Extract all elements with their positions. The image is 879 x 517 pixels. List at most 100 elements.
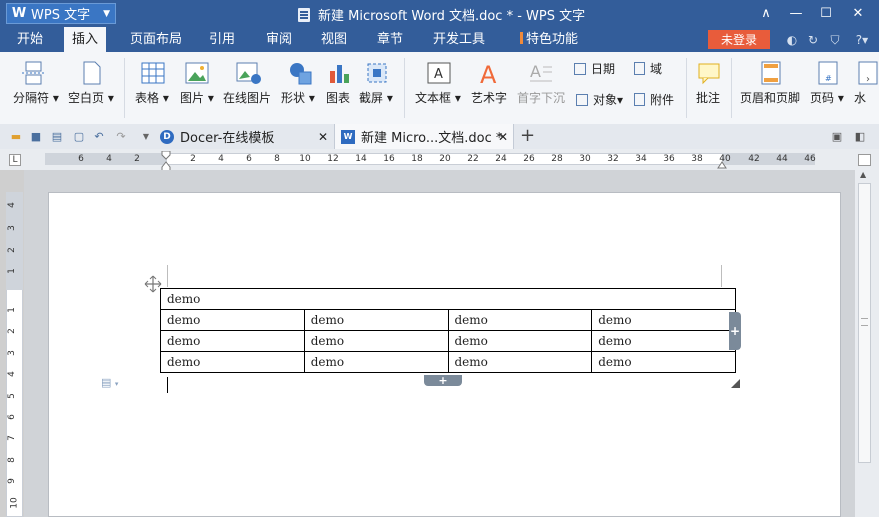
tab-page-layout[interactable]: 页面布局: [122, 27, 190, 52]
login-button[interactable]: 未登录: [708, 30, 770, 49]
table-cell[interactable]: demo: [591, 351, 736, 373]
save-icon[interactable]: ■: [29, 129, 43, 143]
table-cell[interactable]: demo: [591, 309, 736, 331]
tab-home[interactable]: 开始: [9, 27, 51, 52]
tab-stop-selector[interactable]: L: [9, 154, 21, 166]
undo-icon[interactable]: ↶: [92, 129, 106, 143]
online-picture-label: 在线图片: [223, 91, 272, 105]
table-cell[interactable]: demo: [591, 330, 736, 352]
open-folder-icon[interactable]: ▬: [9, 129, 23, 143]
header-footer-button[interactable]: 页眉和页脚: [738, 52, 804, 124]
customize-toolbar-icon[interactable]: ▼: [139, 129, 153, 143]
ribbon-scroll-right-icon[interactable]: ›: [866, 74, 870, 85]
drop-cap-button[interactable]: A 首字下沉: [515, 52, 569, 124]
skin-icon[interactable]: ◐: [785, 33, 799, 47]
vertical-ruler-tick-label: 2: [6, 328, 17, 334]
shirt-icon[interactable]: ⛉: [828, 33, 842, 47]
table-row: demo demo demo demo: [160, 351, 736, 373]
table-cell[interactable]: demo: [303, 309, 449, 331]
new-tab-button[interactable]: +: [520, 125, 535, 147]
margin-guide: [721, 265, 722, 287]
table-cell[interactable]: demo: [160, 351, 305, 373]
shape-icon: [290, 63, 312, 85]
close-tab-icon[interactable]: ✕: [318, 130, 328, 144]
chart-button[interactable]: 图表: [325, 52, 355, 124]
tab-special-label: 特色功能: [526, 32, 579, 47]
table-cell[interactable]: demo: [303, 351, 449, 373]
comment-button[interactable]: 批注: [693, 52, 725, 124]
vertical-ruler-tick-label: 7: [6, 435, 17, 441]
table-cell[interactable]: demo: [447, 351, 593, 373]
ruler-tick-label: 36: [663, 154, 675, 164]
scroll-up-icon[interactable]: ▲: [860, 170, 866, 179]
tab-review[interactable]: 审阅: [258, 27, 300, 52]
add-column-button[interactable]: +: [729, 312, 741, 350]
chevron-down-icon: ▼: [103, 8, 110, 19]
online-picture-button[interactable]: 在线图片: [222, 52, 276, 124]
tab-references[interactable]: 引用: [201, 27, 243, 52]
page-break-button[interactable]: 分隔符 ▾: [10, 52, 62, 124]
collapse-ribbon-button[interactable]: ∧: [755, 3, 777, 23]
table-cell[interactable]: demo: [303, 330, 449, 352]
document-table[interactable]: demo demo demo demo demo demo demo demo …: [160, 288, 736, 373]
add-row-button[interactable]: +: [424, 375, 462, 386]
ruler-tick-label: 46: [804, 154, 816, 164]
shape-button[interactable]: 形状 ▾: [280, 52, 320, 124]
blank-page-label: 空白页: [68, 91, 105, 105]
help-icon[interactable]: ?▾: [850, 33, 874, 47]
screenshot-button[interactable]: 截屏 ▾: [358, 52, 398, 124]
ruler-tick-label: 42: [748, 154, 760, 164]
picture-button[interactable]: 图片 ▾: [177, 52, 217, 124]
wordart-icon: A: [480, 61, 497, 87]
attachment-button[interactable]: 附件: [634, 91, 674, 108]
date-button[interactable]: 日期: [574, 60, 615, 77]
page-number-button[interactable]: # 页码 ▾: [808, 52, 848, 124]
print-icon[interactable]: ▤: [50, 129, 64, 143]
close-button[interactable]: ✕: [847, 3, 869, 23]
blank-page-button[interactable]: 空白页 ▾: [66, 52, 118, 124]
ruler-tick-label: 6: [246, 154, 252, 164]
textbox-button[interactable]: A 文本框 ▾: [413, 52, 463, 124]
ruler-toggle-icon[interactable]: [858, 154, 871, 166]
ruler-tick-label: 38: [691, 154, 703, 164]
tab-section[interactable]: 章节: [369, 27, 411, 52]
table-cell[interactable]: demo: [160, 309, 305, 331]
redo-icon[interactable]: ↷: [114, 129, 128, 143]
close-tab-icon[interactable]: ✕: [498, 130, 508, 144]
table-cell[interactable]: demo: [447, 309, 593, 331]
vertical-ruler-tick-label: 3: [6, 350, 17, 356]
object-button[interactable]: 对象 ▾: [576, 91, 623, 108]
tab-current-document[interactable]: W 新建 Micro...文档.doc * ✕: [334, 124, 514, 149]
header-footer-label: 页眉和页脚: [740, 91, 801, 105]
tab-view[interactable]: 视图: [313, 27, 355, 52]
minimize-button[interactable]: —: [785, 3, 807, 23]
tab-options-icon[interactable]: ◧: [853, 129, 867, 143]
table-button[interactable]: 表格 ▾: [132, 52, 172, 124]
ruler-right-margin: [722, 153, 815, 165]
ruler-tick-label: 22: [467, 154, 479, 164]
print-preview-icon[interactable]: ▢: [72, 129, 86, 143]
tab-developer[interactable]: 开发工具: [425, 27, 493, 52]
header-footer-icon: [761, 61, 781, 85]
table-cell[interactable]: demo: [160, 288, 736, 310]
paragraph-layout-icon[interactable]: ▤ ▾: [101, 376, 118, 389]
app-menu-button[interactable]: W WPS 文字 ▼: [6, 3, 116, 24]
tab-docer-templates[interactable]: D Docer-在线模板 ✕: [154, 124, 334, 149]
table-resize-handle-icon[interactable]: [731, 377, 740, 388]
tab-special[interactable]: 特色功能: [512, 27, 586, 52]
restore-tab-icon[interactable]: ▣: [830, 129, 844, 143]
special-marker-icon: [520, 32, 523, 44]
field-label: 域: [650, 62, 663, 76]
wordart-button[interactable]: A 艺术字: [469, 52, 511, 124]
svg-text:A: A: [530, 62, 541, 81]
comment-label: 批注: [696, 91, 721, 105]
watermark-button[interactable]: 水: [852, 52, 879, 124]
maximize-button[interactable]: ☐: [815, 3, 837, 23]
indent-marker[interactable]: [161, 150, 171, 172]
ruler-tick-label: 18: [411, 154, 423, 164]
table-cell[interactable]: demo: [447, 330, 593, 352]
sync-icon[interactable]: ↻: [806, 33, 820, 47]
tab-insert[interactable]: 插入: [64, 27, 107, 52]
table-cell[interactable]: demo: [160, 330, 305, 352]
field-button[interactable]: 域: [634, 60, 662, 77]
